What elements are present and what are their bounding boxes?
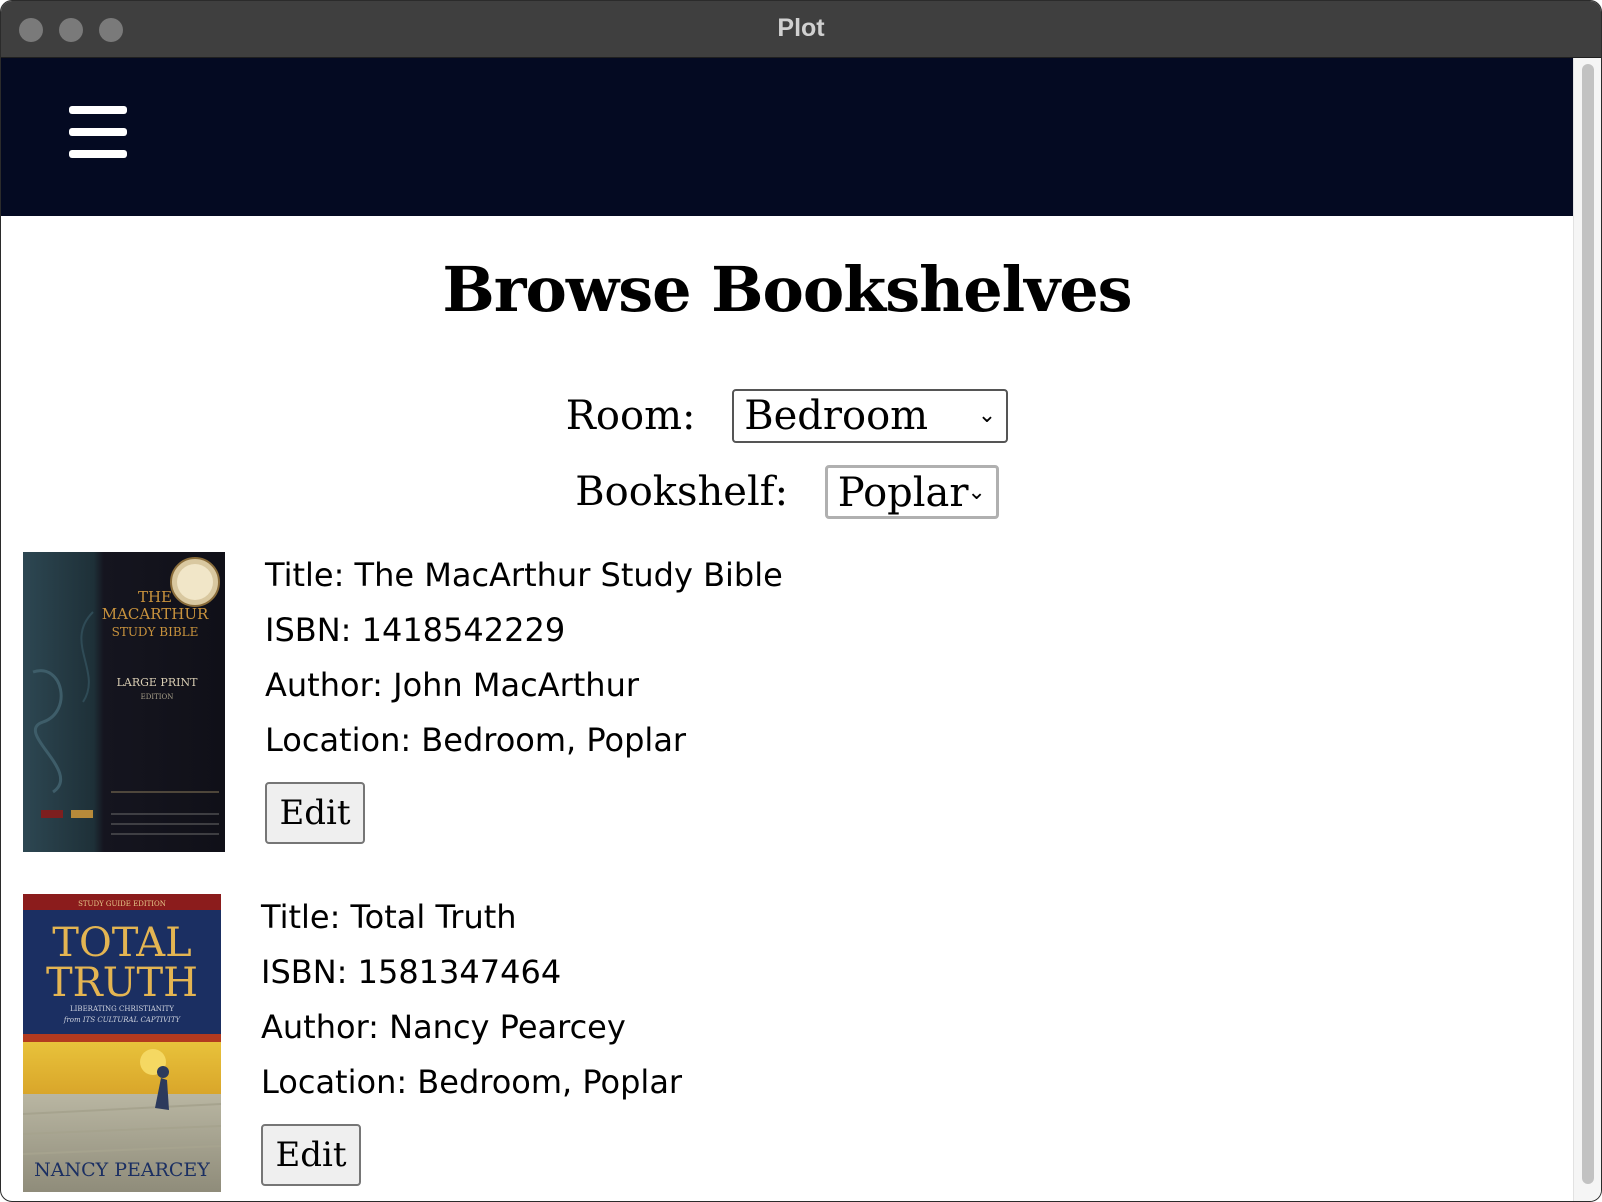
book-author: Author: John MacArthur [265,666,639,704]
book-cover-image: THE MACARTHUR STUDY BIBLE LARGE PRINT ED… [23,552,225,852]
room-filter: Room: Bedroom ⌄ [1,389,1573,443]
book-details: Title: Total Truth ISBN: 1581347464 Auth… [261,894,682,1186]
bookshelf-label: Bookshelf: [575,469,789,515]
svg-text:from ITS CULTURAL CAPTIVITY: from ITS CULTURAL CAPTIVITY [63,1016,182,1024]
app-window: Plot Browse Bookshelves Room: Bedroom ⌄ … [0,0,1602,1202]
scrollbar-thumb[interactable] [1582,64,1594,1184]
menu-bar-middle [69,128,127,136]
edit-book-button[interactable]: Edit [261,1124,361,1186]
menu-bar-top [69,106,127,114]
room-select[interactable]: Bedroom ⌄ [732,389,1009,443]
svg-text:MACARTHUR: MACARTHUR [102,605,209,623]
chevron-down-icon: ⌄ [967,480,986,505]
book-details: Title: The MacArthur Study Bible ISBN: 1… [265,552,783,844]
svg-text:EDITION: EDITION [141,693,174,701]
svg-text:LARGE PRINT: LARGE PRINT [117,676,198,689]
book-location: Location: Bedroom, Poplar [265,721,687,759]
page-title: Browse Bookshelves [442,253,1132,326]
svg-text:STUDY BIBLE: STUDY BIBLE [112,625,199,639]
book-isbn: ISBN: 1581347464 [261,953,562,991]
book-title: Title: Total Truth [261,898,517,936]
edit-book-button[interactable]: Edit [265,782,365,844]
bookshelf-filter: Bookshelf: Poplar ⌄ [1,465,1573,519]
vertical-scrollbar[interactable] [1573,58,1601,1201]
hamburger-menu-icon[interactable] [69,106,127,158]
book-location: Location: Bedroom, Poplar [261,1063,683,1101]
title-bar: Plot [1,1,1601,58]
svg-text:NANCY PEARCEY: NANCY PEARCEY [34,1159,210,1181]
room-label: Room: [565,393,696,439]
book-cover-image: STUDY GUIDE EDITION TOTAL TRUTH LIBERATI… [23,894,221,1192]
app-header [1,58,1573,216]
book-author: Author: Nancy Pearcey [261,1008,626,1046]
bookshelf-select[interactable]: Poplar ⌄ [824,465,999,519]
room-select-value: Bedroom [744,393,929,439]
bookshelf-select-value: Poplar [837,470,969,516]
book-isbn: ISBN: 1418542229 [265,611,566,649]
svg-text:STUDY GUIDE EDITION: STUDY GUIDE EDITION [78,900,166,908]
svg-text:TRUTH: TRUTH [46,960,198,1006]
window-title: Plot [777,14,825,42]
menu-bar-bottom [69,150,127,158]
svg-text:LIBERATING CHRISTIANITY: LIBERATING CHRISTIANITY [70,1005,174,1013]
svg-text:THE: THE [138,588,172,606]
book-title: Title: The MacArthur Study Bible [265,556,783,594]
chevron-down-icon: ⌄ [977,403,997,428]
